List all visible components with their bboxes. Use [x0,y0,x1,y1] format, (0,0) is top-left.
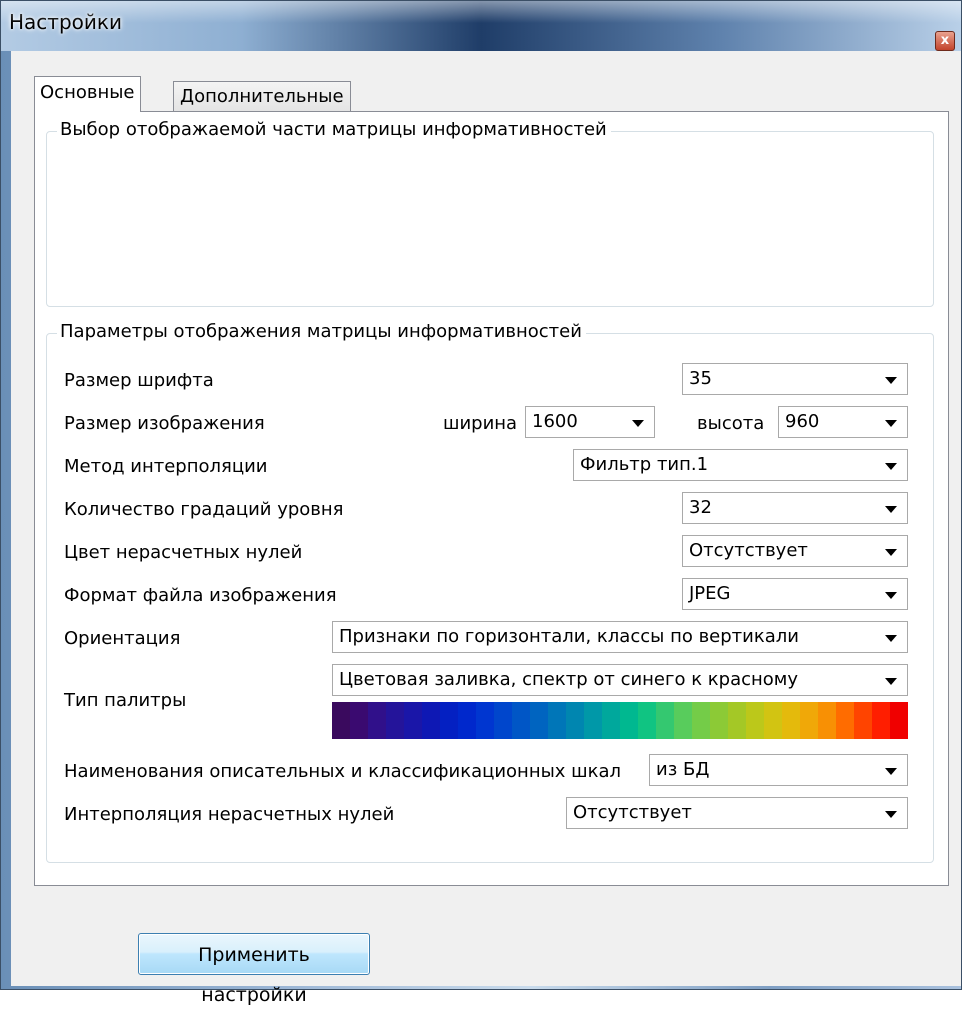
palette-swatch [512,702,530,739]
scale-names-select[interactable]: из БД [649,754,908,786]
matrix-part-selection-title: Выбор отображаемой части матрицы информа… [57,119,611,140]
palette-swatch [440,702,458,739]
palette-swatch [566,702,584,739]
palette-swatch [350,702,368,739]
orientation-select[interactable]: Признаки по горизонтали, классы по верти… [332,621,908,653]
window-title: Настройки [9,10,122,34]
image-size-label: Размер изображения [64,413,265,434]
tab-main[interactable]: Основные [34,76,141,112]
palette-swatch [710,702,728,739]
file-format-value: JPEG [689,583,731,604]
tab-main-label: Основные [40,82,135,103]
interpolation-method-select[interactable]: Фильтр тип.1 [573,449,908,481]
font-size-label: Размер шрифта [64,370,214,391]
palette-swatch [746,702,764,739]
image-height-select[interactable]: 960 [778,406,908,438]
palette-value: Цветовая заливка, спектр от синего к кра… [339,669,799,690]
palette-swatch [386,702,404,739]
image-width-value: 1600 [532,411,578,432]
palette-swatch [800,702,818,739]
gradations-label: Количество градаций уровня [64,499,344,520]
palette-swatch [764,702,782,739]
apply-settings-button[interactable]: Применить настройки [138,933,370,1006]
font-size-select[interactable]: 35 [682,363,908,395]
chevron-down-icon [885,768,897,775]
chevron-down-icon [885,420,897,427]
palette-swatch [890,702,908,739]
chevron-down-icon [885,377,897,384]
palette-swatch [728,702,746,739]
palette-swatch [494,702,512,739]
interpolation-method-value: Фильтр тип.1 [580,454,709,475]
scale-names-value: из БД [656,759,710,780]
chevron-down-icon [632,420,644,427]
settings-window: Настройки x Основные Дополнительные Выбо… [0,0,962,1006]
palette-swatch [692,702,710,739]
font-size-value: 35 [689,368,712,389]
close-button[interactable]: x [935,31,955,51]
zero-interpolation-value: Отсутствует [573,802,692,823]
orientation-label: Ориентация [64,628,181,649]
palette-swatch [782,702,800,739]
gradations-value: 32 [689,497,712,518]
matrix-part-selection-group: Выбор отображаемой части матрицы информа… [46,119,934,307]
scale-names-label: Наименования описательных и классификаци… [64,761,622,782]
palette-swatch [836,702,854,739]
interpolation-method-label: Метод интерполяции [64,456,268,477]
zero-color-value: Отсутствует [689,540,808,561]
zero-interpolation-select[interactable]: Отсутствует [566,797,908,829]
palette-swatch [854,702,872,739]
palette-swatch [818,702,836,739]
palette-swatch [476,702,494,739]
image-height-value: 960 [785,411,820,432]
chevron-down-icon [885,506,897,513]
palette-swatch [656,702,674,739]
image-width-select[interactable]: 1600 [525,406,655,438]
chevron-down-icon [885,549,897,556]
zero-color-label: Цвет нерасчетных нулей [64,542,303,563]
tab-panel-main: Выбор отображаемой части матрицы информа… [34,111,949,886]
file-format-label: Формат файла изображения [64,585,337,606]
window-client-area: Основные Дополнительные Выбор отображаем… [11,51,961,1006]
palette-swatch [458,702,476,739]
palette-swatch [422,702,440,739]
tab-additional[interactable]: Дополнительные [173,81,351,113]
tab-additional-label: Дополнительные [180,86,344,107]
palette-swatch [584,702,602,739]
zero-color-select[interactable]: Отсутствует [682,535,908,567]
palette-swatch [872,702,890,739]
palette-swatch [548,702,566,739]
palette-select[interactable]: Цветовая заливка, спектр от синего к кра… [332,664,908,696]
chevron-down-icon [885,463,897,470]
palette-swatch [368,702,386,739]
palette-swatch [674,702,692,739]
chevron-down-icon [885,811,897,818]
palette-preview [332,702,908,739]
palette-swatch [638,702,656,739]
palette-swatch [404,702,422,739]
title-bar[interactable]: Настройки [1,1,961,51]
palette-swatch [530,702,548,739]
image-height-label: высота [697,413,765,434]
chevron-down-icon [885,635,897,642]
file-format-select[interactable]: JPEG [682,578,908,610]
chevron-down-icon [885,592,897,599]
orientation-value: Признаки по горизонтали, классы по верти… [339,626,799,647]
image-width-label: ширина [443,413,518,434]
gradations-select[interactable]: 32 [682,492,908,524]
palette-swatch [602,702,620,739]
chevron-down-icon [885,678,897,685]
palette-swatch [332,702,350,739]
palette-label: Тип палитры [64,690,187,711]
matrix-display-params-title: Параметры отображения матрицы информатив… [57,321,586,342]
zero-interpolation-label: Интерполяция нерасчетных нулей [64,804,395,825]
palette-swatch [620,702,638,739]
